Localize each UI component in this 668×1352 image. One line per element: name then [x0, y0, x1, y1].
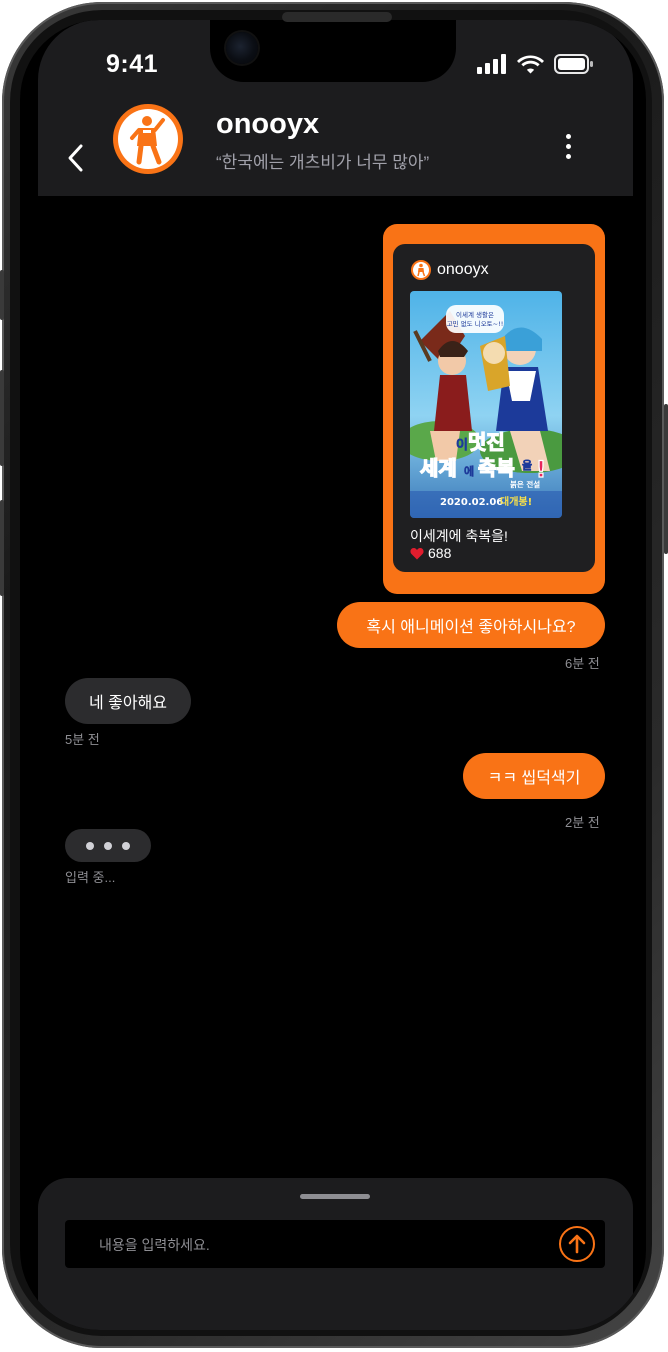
wifi-icon [517, 54, 544, 79]
message-bubble-outgoing[interactable]: 혹시 애니메이션 좋아하시나요? [337, 602, 605, 648]
power-button [664, 404, 668, 554]
message-input[interactable]: 내용을 입력하세요. [65, 1220, 605, 1268]
chevron-left-icon [68, 144, 83, 172]
svg-text:멋진: 멋진 [468, 430, 505, 454]
message-input-placeholder: 내용을 입력하세요. [99, 1237, 210, 1253]
message-text: 혹시 애니메이션 좋아하시나요? [366, 619, 576, 636]
typing-label: 입력 중... [65, 870, 116, 885]
svg-text:이: 이 [456, 437, 468, 453]
svg-text:고민 없도 니오토~!!: 고민 없도 니오토~!! [447, 319, 504, 328]
svg-text:대개봉!: 대개봉! [500, 495, 532, 508]
send-button[interactable] [559, 1226, 595, 1262]
shared-post-card[interactable]: onooyx 이세계 생활은 고민 없도 니오토~!! 이 멋진 세계 에 축복… [393, 244, 595, 572]
svg-text:에: 에 [464, 464, 474, 478]
movie-poster-image: 이세계 생활은 고민 없도 니오토~!! 이 멋진 세계 에 축복 을 ! 붉은… [410, 291, 562, 518]
message-text: 네 좋아해요 [88, 695, 168, 712]
signal-icon [477, 54, 507, 79]
more-options-button[interactable] [556, 128, 580, 164]
typing-indicator [65, 829, 151, 862]
avatar[interactable] [113, 104, 183, 174]
mute-switch [0, 270, 4, 320]
message-composer: 내용을 입력하세요. [38, 1178, 633, 1330]
volume-up-button [0, 370, 4, 466]
shared-post-title: 이세계에 축복을! [410, 528, 508, 544]
heart-icon [410, 547, 424, 559]
notch [210, 20, 456, 82]
message-timestamp: 6분 전 [565, 656, 600, 671]
shared-post-avatar [411, 260, 431, 280]
chat-user-name: onooyx [216, 108, 320, 140]
front-camera [226, 32, 258, 64]
typing-dot [86, 841, 94, 850]
svg-text:2020.02.06: 2020.02.06 [440, 497, 503, 508]
arrow-up-icon [568, 1234, 586, 1254]
screen: 9:41 onooyx “한국에는 개츠비가 너무 많아” onooyx 이세계… [20, 20, 646, 1330]
back-button[interactable] [60, 138, 90, 178]
message-bubble-outgoing[interactable]: ㅋㅋ 씹덕색기 [463, 753, 605, 799]
shared-post-username: onooyx [437, 261, 489, 278]
svg-text:축복: 축복 [478, 456, 515, 480]
battery-icon [554, 54, 594, 79]
avatar-image [118, 109, 178, 169]
chat-user-status: “한국에는 개츠비가 너무 많아” [216, 153, 430, 172]
typing-dot [104, 841, 112, 850]
svg-text:붉은 전설: 붉은 전설 [510, 479, 540, 489]
shared-post-message[interactable]: onooyx 이세계 생활은 고민 없도 니오토~!! 이 멋진 세계 에 축복… [383, 224, 605, 594]
svg-text:이세계 생활은: 이세계 생활은 [456, 310, 494, 319]
shared-post-likes: 688 [410, 545, 451, 561]
earpiece [282, 12, 392, 22]
status-time: 9:41 [106, 50, 159, 78]
drag-handle[interactable] [300, 1194, 370, 1199]
typing-dot [122, 841, 130, 850]
message-bubble-incoming[interactable]: 네 좋아해요 [65, 678, 191, 724]
svg-text:을: 을 [522, 459, 532, 472]
more-vertical-icon [565, 133, 571, 139]
status-icons [477, 54, 594, 79]
message-text: ㅋㅋ 씹덕색기 [487, 770, 581, 787]
message-timestamp: 2분 전 [565, 815, 600, 830]
likes-count: 688 [428, 545, 452, 561]
shared-post-user: onooyx [411, 260, 489, 280]
volume-down-button [0, 500, 4, 596]
message-timestamp: 5분 전 [65, 732, 100, 747]
svg-text:세계: 세계 [420, 456, 457, 480]
